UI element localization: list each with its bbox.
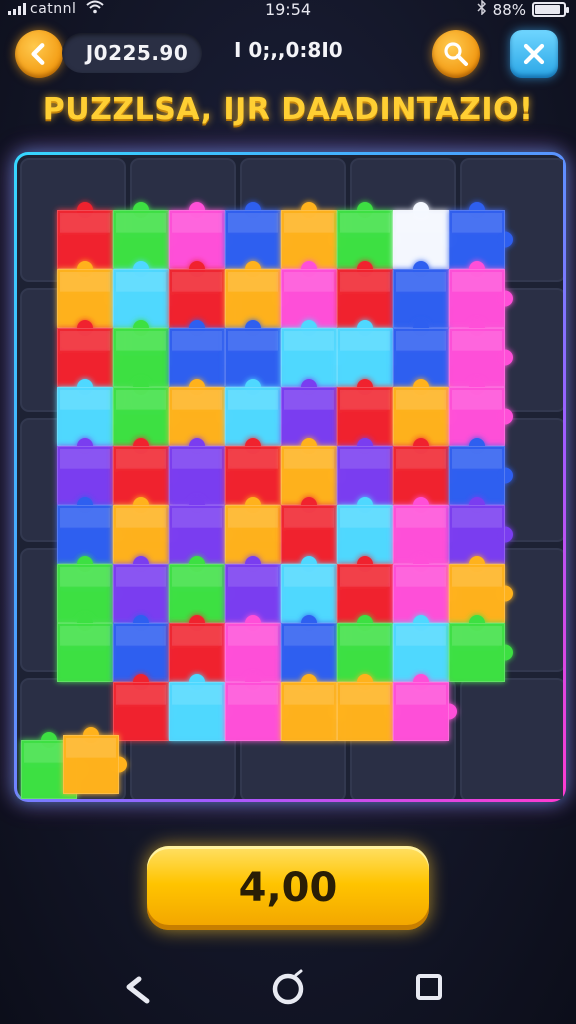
magnifier-icon — [444, 42, 468, 66]
puzzle-piece[interactable] — [281, 438, 345, 505]
puzzle-piece[interactable] — [449, 556, 513, 623]
puzzle-piece[interactable] — [113, 497, 177, 564]
hint-button[interactable] — [432, 30, 480, 78]
puzzle-piece[interactable] — [57, 438, 121, 505]
puzzle-piece[interactable] — [393, 202, 457, 269]
puzzle-piece[interactable] — [337, 320, 401, 387]
puzzle-piece[interactable] — [169, 615, 233, 682]
puzzle-piece[interactable] — [393, 320, 457, 387]
close-icon — [523, 43, 545, 65]
puzzle-piece[interactable] — [449, 438, 513, 505]
puzzle-piece[interactable] — [337, 674, 401, 741]
puzzle-canvas[interactable] — [17, 155, 563, 799]
close-button[interactable] — [510, 30, 558, 78]
system-nav-bar — [0, 950, 576, 1020]
puzzle-piece[interactable] — [169, 379, 233, 446]
empty-slot — [460, 678, 563, 799]
puzzle-piece[interactable] — [57, 202, 121, 269]
loose-puzzle-piece[interactable] — [63, 727, 127, 794]
puzzle-piece[interactable] — [337, 202, 401, 269]
puzzle-piece[interactable] — [225, 497, 289, 564]
puzzle-piece[interactable] — [225, 674, 289, 741]
puzzle-piece[interactable] — [449, 497, 513, 564]
puzzle-piece[interactable] — [113, 320, 177, 387]
puzzle-piece[interactable] — [337, 261, 401, 328]
nav-recent-button[interactable] — [404, 962, 454, 1012]
back-button[interactable] — [15, 30, 63, 78]
puzzle-piece[interactable] — [281, 261, 345, 328]
puzzle-piece[interactable] — [449, 615, 513, 682]
chevron-left-icon — [31, 43, 45, 65]
confirm-button[interactable]: 4,00 — [147, 846, 429, 930]
battery-fill — [535, 5, 560, 14]
puzzle-piece[interactable] — [169, 497, 233, 564]
puzzle-piece[interactable] — [281, 320, 345, 387]
puzzle-piece[interactable] — [225, 438, 289, 505]
puzzle-piece[interactable] — [281, 556, 345, 623]
puzzle-piece[interactable] — [281, 615, 345, 682]
puzzle-piece[interactable] — [449, 320, 513, 387]
puzzle-piece[interactable] — [393, 615, 457, 682]
puzzle-piece[interactable] — [113, 556, 177, 623]
puzzle-title: PUZZLSA, IJR DAADINTAZIO! — [42, 92, 534, 127]
puzzle-piece[interactable] — [169, 261, 233, 328]
puzzle-board[interactable] — [14, 152, 566, 802]
score-display: J0225.90 — [62, 33, 202, 73]
puzzle-piece[interactable] — [393, 438, 457, 505]
puzzle-piece[interactable] — [393, 379, 457, 446]
puzzle-piece[interactable] — [169, 320, 233, 387]
puzzle-piece[interactable] — [393, 497, 457, 564]
puzzle-piece[interactable] — [225, 320, 289, 387]
puzzle-piece[interactable] — [113, 261, 177, 328]
puzzle-piece[interactable] — [225, 261, 289, 328]
puzzle-piece[interactable] — [337, 438, 401, 505]
square-icon — [416, 974, 442, 1000]
puzzle-pieces — [57, 202, 513, 741]
puzzle-piece[interactable] — [113, 615, 177, 682]
puzzle-piece[interactable] — [169, 202, 233, 269]
puzzle-piece[interactable] — [449, 202, 513, 269]
puzzle-piece[interactable] — [225, 556, 289, 623]
puzzle-piece[interactable] — [281, 202, 345, 269]
puzzle-piece[interactable] — [449, 379, 513, 446]
puzzle-piece[interactable] — [169, 438, 233, 505]
puzzle-piece[interactable] — [281, 379, 345, 446]
puzzle-piece[interactable] — [281, 497, 345, 564]
status-right: 88% — [477, 0, 569, 19]
puzzle-piece[interactable] — [57, 320, 121, 387]
puzzle-piece[interactable] — [337, 615, 401, 682]
puzzle-piece[interactable] — [113, 202, 177, 269]
puzzle-piece[interactable] — [449, 261, 513, 328]
puzzle-piece[interactable] — [57, 379, 121, 446]
puzzle-piece[interactable] — [113, 674, 177, 741]
puzzle-piece[interactable] — [225, 379, 289, 446]
puzzle-piece[interactable] — [57, 497, 121, 564]
puzzle-piece[interactable] — [393, 674, 457, 741]
puzzle-piece[interactable] — [113, 438, 177, 505]
puzzle-piece[interactable] — [57, 261, 121, 328]
puzzle-piece[interactable] — [169, 674, 233, 741]
puzzle-piece[interactable] — [225, 615, 289, 682]
back-arrow-icon — [126, 976, 150, 1004]
puzzle-piece[interactable] — [393, 261, 457, 328]
nav-home-button[interactable] — [263, 962, 313, 1012]
timer-display: I 0;,,0:8I0 — [234, 38, 343, 62]
home-circle-icon — [272, 969, 304, 1005]
puzzle-piece[interactable] — [337, 497, 401, 564]
battery-percent: 88% — [492, 0, 526, 19]
battery-icon — [532, 2, 569, 17]
bluetooth-icon — [477, 0, 487, 19]
puzzle-piece[interactable] — [393, 556, 457, 623]
puzzle-piece[interactable] — [337, 556, 401, 623]
puzzle-piece[interactable] — [225, 202, 289, 269]
puzzle-piece[interactable] — [281, 674, 345, 741]
puzzle-piece[interactable] — [169, 556, 233, 623]
puzzle-piece[interactable] — [337, 379, 401, 446]
nav-back-button[interactable] — [114, 962, 164, 1012]
puzzle-piece[interactable] — [113, 379, 177, 446]
puzzle-piece[interactable] — [57, 556, 121, 623]
status-bar: catnnl 19:54 88% — [0, 0, 576, 22]
puzzle-piece[interactable] — [57, 615, 121, 682]
